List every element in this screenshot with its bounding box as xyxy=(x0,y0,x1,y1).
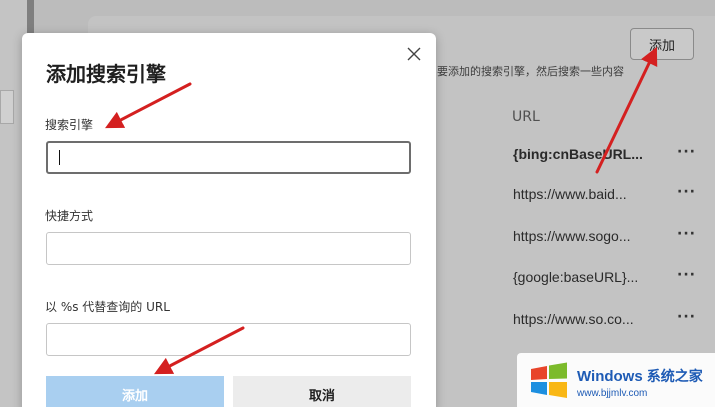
url-input[interactable] xyxy=(46,323,411,356)
bg-add-engine-button[interactable]: 添加 xyxy=(630,28,694,60)
watermark-url: www.bjjmlv.com xyxy=(577,388,648,399)
url-row: https://www.so.co... xyxy=(513,311,634,327)
windows-logo-icon xyxy=(531,362,567,398)
watermark-brand-en: Windows xyxy=(577,368,643,385)
url-row: https://www.baid... xyxy=(513,186,627,202)
more-options-icon[interactable]: ··· xyxy=(677,226,696,242)
url-row: https://www.sogo... xyxy=(513,228,631,244)
watermark-brand-cn: 系统之家 xyxy=(646,368,703,384)
url-row: {bing:cnBaseURL... xyxy=(513,146,643,162)
close-icon xyxy=(407,47,421,61)
search-engine-input[interactable] xyxy=(46,141,411,174)
shortcut-input[interactable] xyxy=(46,232,411,265)
text-caret xyxy=(59,150,60,165)
dialog-title: 添加搜索引擎 xyxy=(46,62,166,86)
url-label: 以 %s 代替查询的 URL xyxy=(45,300,170,314)
url-column-header: URL xyxy=(512,109,540,125)
sidebar-stub xyxy=(0,90,14,124)
more-options-icon[interactable]: ··· xyxy=(677,184,696,200)
shortcut-label: 快捷方式 xyxy=(45,209,94,223)
bg-hint-text: 要添加的搜索引擎，然后搜索一些内容 xyxy=(437,65,624,78)
search-engine-label: 搜索引擎 xyxy=(45,118,94,132)
watermark: Windows 系统之家 www.bjjmlv.com xyxy=(517,353,715,407)
more-options-icon[interactable]: ··· xyxy=(677,267,696,283)
add-button[interactable]: 添加 xyxy=(46,376,224,407)
url-row: {google:baseURL}... xyxy=(513,269,639,285)
close-button[interactable] xyxy=(403,43,425,65)
cancel-button[interactable]: 取消 xyxy=(233,376,411,407)
watermark-brand: Windows 系统之家 xyxy=(577,366,703,386)
more-options-icon[interactable]: ··· xyxy=(677,309,696,325)
add-search-engine-dialog: 添加搜索引擎 搜索引擎 快捷方式 以 %s 代替查询的 URL 添加 取消 xyxy=(22,33,436,407)
more-options-icon[interactable]: ··· xyxy=(677,144,696,160)
